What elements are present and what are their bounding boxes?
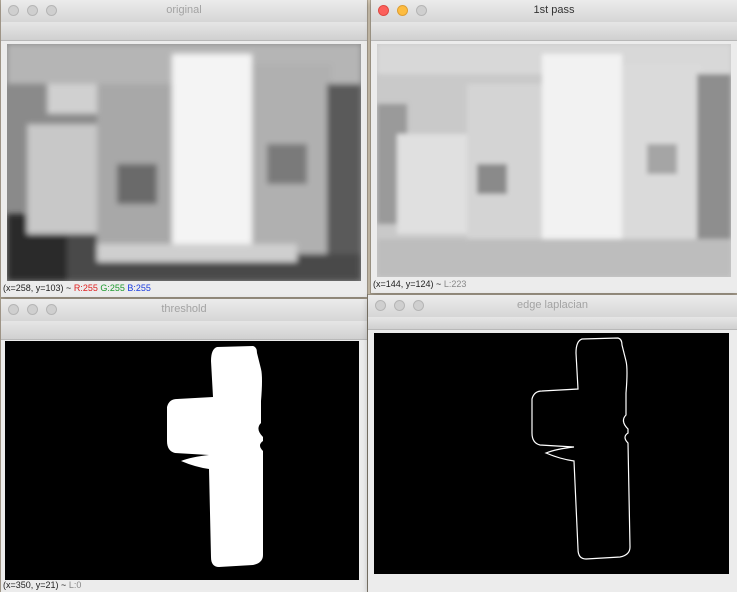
luminance-value: L:0: [68, 580, 82, 590]
window-edge-laplacian[interactable]: edge laplacian: [368, 295, 737, 592]
image-canvas[interactable]: [374, 333, 729, 574]
toolbar: [368, 317, 737, 330]
cursor-coords: (x=350, y=21) ~: [3, 580, 67, 590]
green-value: G:255: [100, 283, 125, 293]
titlebar[interactable]: original: [1, 0, 367, 23]
cursor-coords: (x=144, y=124) ~: [373, 279, 442, 289]
red-value: R:255: [73, 283, 98, 293]
toolbar: [371, 22, 737, 41]
window-original[interactable]: original (x=258, y=103) ~ R:255 G:255 B:…: [1, 0, 367, 297]
toolbar: [1, 22, 367, 41]
image-canvas[interactable]: [377, 44, 731, 277]
window-title: 1st pass: [533, 4, 575, 16]
toolbar: [1, 321, 367, 340]
edge-outline: [374, 333, 729, 574]
window-title: original: [166, 4, 202, 16]
window-title: threshold: [161, 303, 207, 315]
grayscale-aerial-image: [7, 44, 361, 281]
smoothed-image: [377, 44, 731, 277]
status-bar: (x=258, y=103) ~ R:255 G:255 B:255: [3, 283, 151, 295]
image-canvas[interactable]: [5, 341, 359, 580]
blue-value: B:255: [127, 283, 151, 293]
status-bar: (x=350, y=21) ~ L:0: [3, 580, 81, 592]
status-bar: (x=144, y=124) ~ L:223: [373, 279, 466, 291]
image-canvas[interactable]: [7, 44, 361, 281]
window-threshold[interactable]: threshold (x=350, y=21) ~ L:0: [1, 299, 367, 592]
window-1st-pass[interactable]: 1st pass (x=144, y=124) ~ L:223: [371, 0, 737, 293]
cursor-coords: (x=258, y=103) ~: [3, 283, 72, 293]
titlebar[interactable]: edge laplacian: [368, 295, 737, 318]
titlebar[interactable]: 1st pass: [371, 0, 737, 23]
luminance-value: L:223: [443, 279, 467, 289]
threshold-mask: [5, 341, 359, 580]
window-title: edge laplacian: [517, 299, 588, 311]
titlebar[interactable]: threshold: [1, 299, 367, 322]
